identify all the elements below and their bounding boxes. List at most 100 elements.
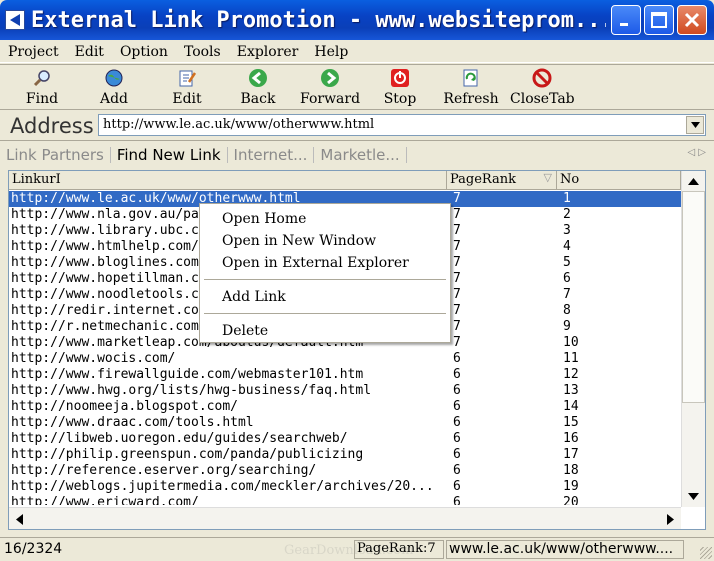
- cell-no: 7: [563, 287, 571, 302]
- table-row[interactable]: http://reference.eserver.org/searching/6…: [9, 463, 681, 479]
- cell-no: 6: [563, 271, 571, 286]
- cell-no: 17: [563, 447, 579, 462]
- add-label: Add: [99, 91, 129, 107]
- address-input[interactable]: http://www.le.ac.uk/www/otherwww.html: [98, 114, 706, 136]
- cell-linkurl: http://www.hwg.org/lists/hwg-business/fa…: [11, 383, 372, 398]
- menu-tools[interactable]: Tools: [176, 44, 229, 60]
- cell-no: 12: [563, 367, 579, 382]
- column-header-pagerank[interactable]: PageRank ▽: [447, 171, 557, 190]
- tab-scroll-arrows[interactable]: ◁ ▷: [687, 147, 706, 158]
- minimize-icon: [620, 23, 628, 26]
- tab-marketleap[interactable]: Marketle...: [314, 147, 407, 163]
- table-row[interactable]: http://www.draac.com/tools.html 6 15: [9, 415, 681, 431]
- vertical-scrollbar[interactable]: [681, 171, 705, 507]
- back-arrow-icon: [247, 67, 269, 89]
- cell-pagerank: 7: [453, 303, 461, 318]
- edit-button[interactable]: Edit: [170, 67, 204, 107]
- cell-pagerank: 7: [453, 287, 461, 302]
- cell-pagerank: 6: [453, 383, 461, 398]
- cell-pagerank: 6: [453, 415, 461, 430]
- close-button[interactable]: [677, 5, 707, 35]
- cell-no: 16: [563, 431, 579, 446]
- table-row[interactable]: http://philip.greenspun.com/panda/public…: [9, 447, 681, 463]
- cell-pagerank: 6: [453, 367, 461, 382]
- horizontal-scroll-thumb[interactable]: [31, 510, 611, 528]
- menu-project[interactable]: Project: [0, 44, 67, 60]
- tab-internet[interactable]: Internet...: [228, 147, 315, 163]
- pagerank-header-label: PageRank: [450, 172, 517, 187]
- refresh-label: Refresh: [443, 91, 499, 107]
- menu-item-add-link[interactable]: Add Link: [222, 289, 286, 305]
- address-value: http://www.le.ac.uk/www/otherwww.html: [103, 117, 375, 132]
- scroll-down-button[interactable]: [682, 486, 705, 506]
- menu-item-open-new-window[interactable]: Open in New Window: [222, 233, 376, 249]
- cell-no: 8: [563, 303, 571, 318]
- column-header-no[interactable]: No: [557, 171, 681, 190]
- stop-button[interactable]: Stop: [383, 67, 417, 107]
- table-row[interactable]: http://www.ericward.com/6 20: [9, 495, 681, 505]
- cell-pagerank: 7: [453, 255, 461, 270]
- forward-arrow-icon: [319, 67, 341, 89]
- scroll-right-button[interactable]: [660, 509, 680, 529]
- menu-edit[interactable]: Edit: [67, 44, 112, 60]
- column-header-linkurl[interactable]: LinkurI: [9, 171, 447, 190]
- cell-no: 20: [563, 495, 579, 505]
- refresh-button[interactable]: Refresh: [442, 67, 500, 107]
- find-button[interactable]: Find: [24, 67, 60, 107]
- forward-button[interactable]: Forward: [300, 67, 360, 107]
- minimize-button[interactable]: [611, 5, 641, 35]
- cell-pagerank: 7: [453, 223, 461, 238]
- cell-no: 9: [563, 319, 571, 334]
- table-row[interactable]: http://libweb.uoregon.edu/guides/searchw…: [9, 431, 681, 447]
- menu-explorer[interactable]: Explorer: [229, 44, 307, 60]
- tab-strip: Link Partners Find New Link Internet... …: [0, 142, 714, 168]
- scroll-left-button[interactable]: [9, 509, 29, 529]
- globe-icon: [103, 67, 125, 89]
- menu-item-open-home[interactable]: Open Home: [222, 211, 306, 227]
- table-header: LinkurI PageRank ▽ No: [9, 171, 681, 190]
- cell-pagerank: 7: [453, 239, 461, 254]
- table-row[interactable]: http://www.wocis.com/6 11: [9, 351, 681, 367]
- window-title: External Link Promotion - www.websitepro…: [31, 7, 606, 33]
- cell-pagerank: 6: [453, 399, 461, 414]
- closetab-button[interactable]: CloseTab: [510, 67, 575, 107]
- add-button[interactable]: Add: [98, 67, 130, 107]
- table-row[interactable]: http://weblogs.jupitermedia.com/meckler/…: [9, 479, 681, 495]
- cell-no: 1: [563, 191, 571, 206]
- menu-bar: Project Edit Option Tools Explorer Help: [0, 41, 714, 63]
- menu-option[interactable]: Option: [112, 44, 176, 60]
- table-row[interactable]: http://noomeeja.blogspot.com/6 14: [9, 399, 681, 415]
- horizontal-scrollbar[interactable]: [9, 507, 681, 529]
- scroll-thumb[interactable]: [682, 191, 705, 403]
- status-url: www.le.ac.uk/www/otherwww....: [446, 540, 684, 559]
- scroll-up-button[interactable]: [682, 171, 705, 191]
- table-row[interactable]: http://www.firewallguide.com/webmaster10…: [9, 367, 681, 383]
- resize-grip[interactable]: [700, 547, 712, 559]
- back-label: Back: [240, 91, 276, 107]
- maximize-button[interactable]: [644, 5, 674, 35]
- cell-no: 11: [563, 351, 579, 366]
- cell-pagerank: 6: [453, 447, 461, 462]
- address-dropdown-button[interactable]: [686, 116, 704, 134]
- menu-item-open-external-explorer[interactable]: Open in External Explorer: [222, 255, 409, 271]
- cell-no: 14: [563, 399, 579, 414]
- sort-descending-icon: ▽: [543, 171, 552, 184]
- menu-item-delete[interactable]: Delete: [222, 323, 268, 339]
- arrow-up-icon: [688, 177, 699, 185]
- back-button[interactable]: Back: [240, 67, 276, 107]
- cell-pagerank: 6: [453, 463, 461, 478]
- tab-link-partners[interactable]: Link Partners: [0, 147, 111, 163]
- title-bar[interactable]: External Link Promotion - www.websitepro…: [0, 0, 714, 40]
- app-icon: [5, 10, 25, 30]
- tab-find-new-link[interactable]: Find New Link: [111, 147, 228, 163]
- stop-label: Stop: [383, 91, 417, 107]
- cell-pagerank: 7: [453, 207, 461, 222]
- context-menu: Open Home Open in New Window Open in Ext…: [199, 203, 451, 343]
- table-row[interactable]: http://www.hwg.org/lists/hwg-business/fa…: [9, 383, 681, 399]
- cell-no: 18: [563, 463, 579, 478]
- cell-pagerank: 7: [453, 335, 461, 350]
- menu-separator: [204, 313, 446, 314]
- status-bar: 16/2324 GearDownload.com PageRank:7 www.…: [0, 537, 714, 561]
- magnifier-icon: [31, 67, 53, 89]
- menu-help[interactable]: Help: [306, 44, 356, 60]
